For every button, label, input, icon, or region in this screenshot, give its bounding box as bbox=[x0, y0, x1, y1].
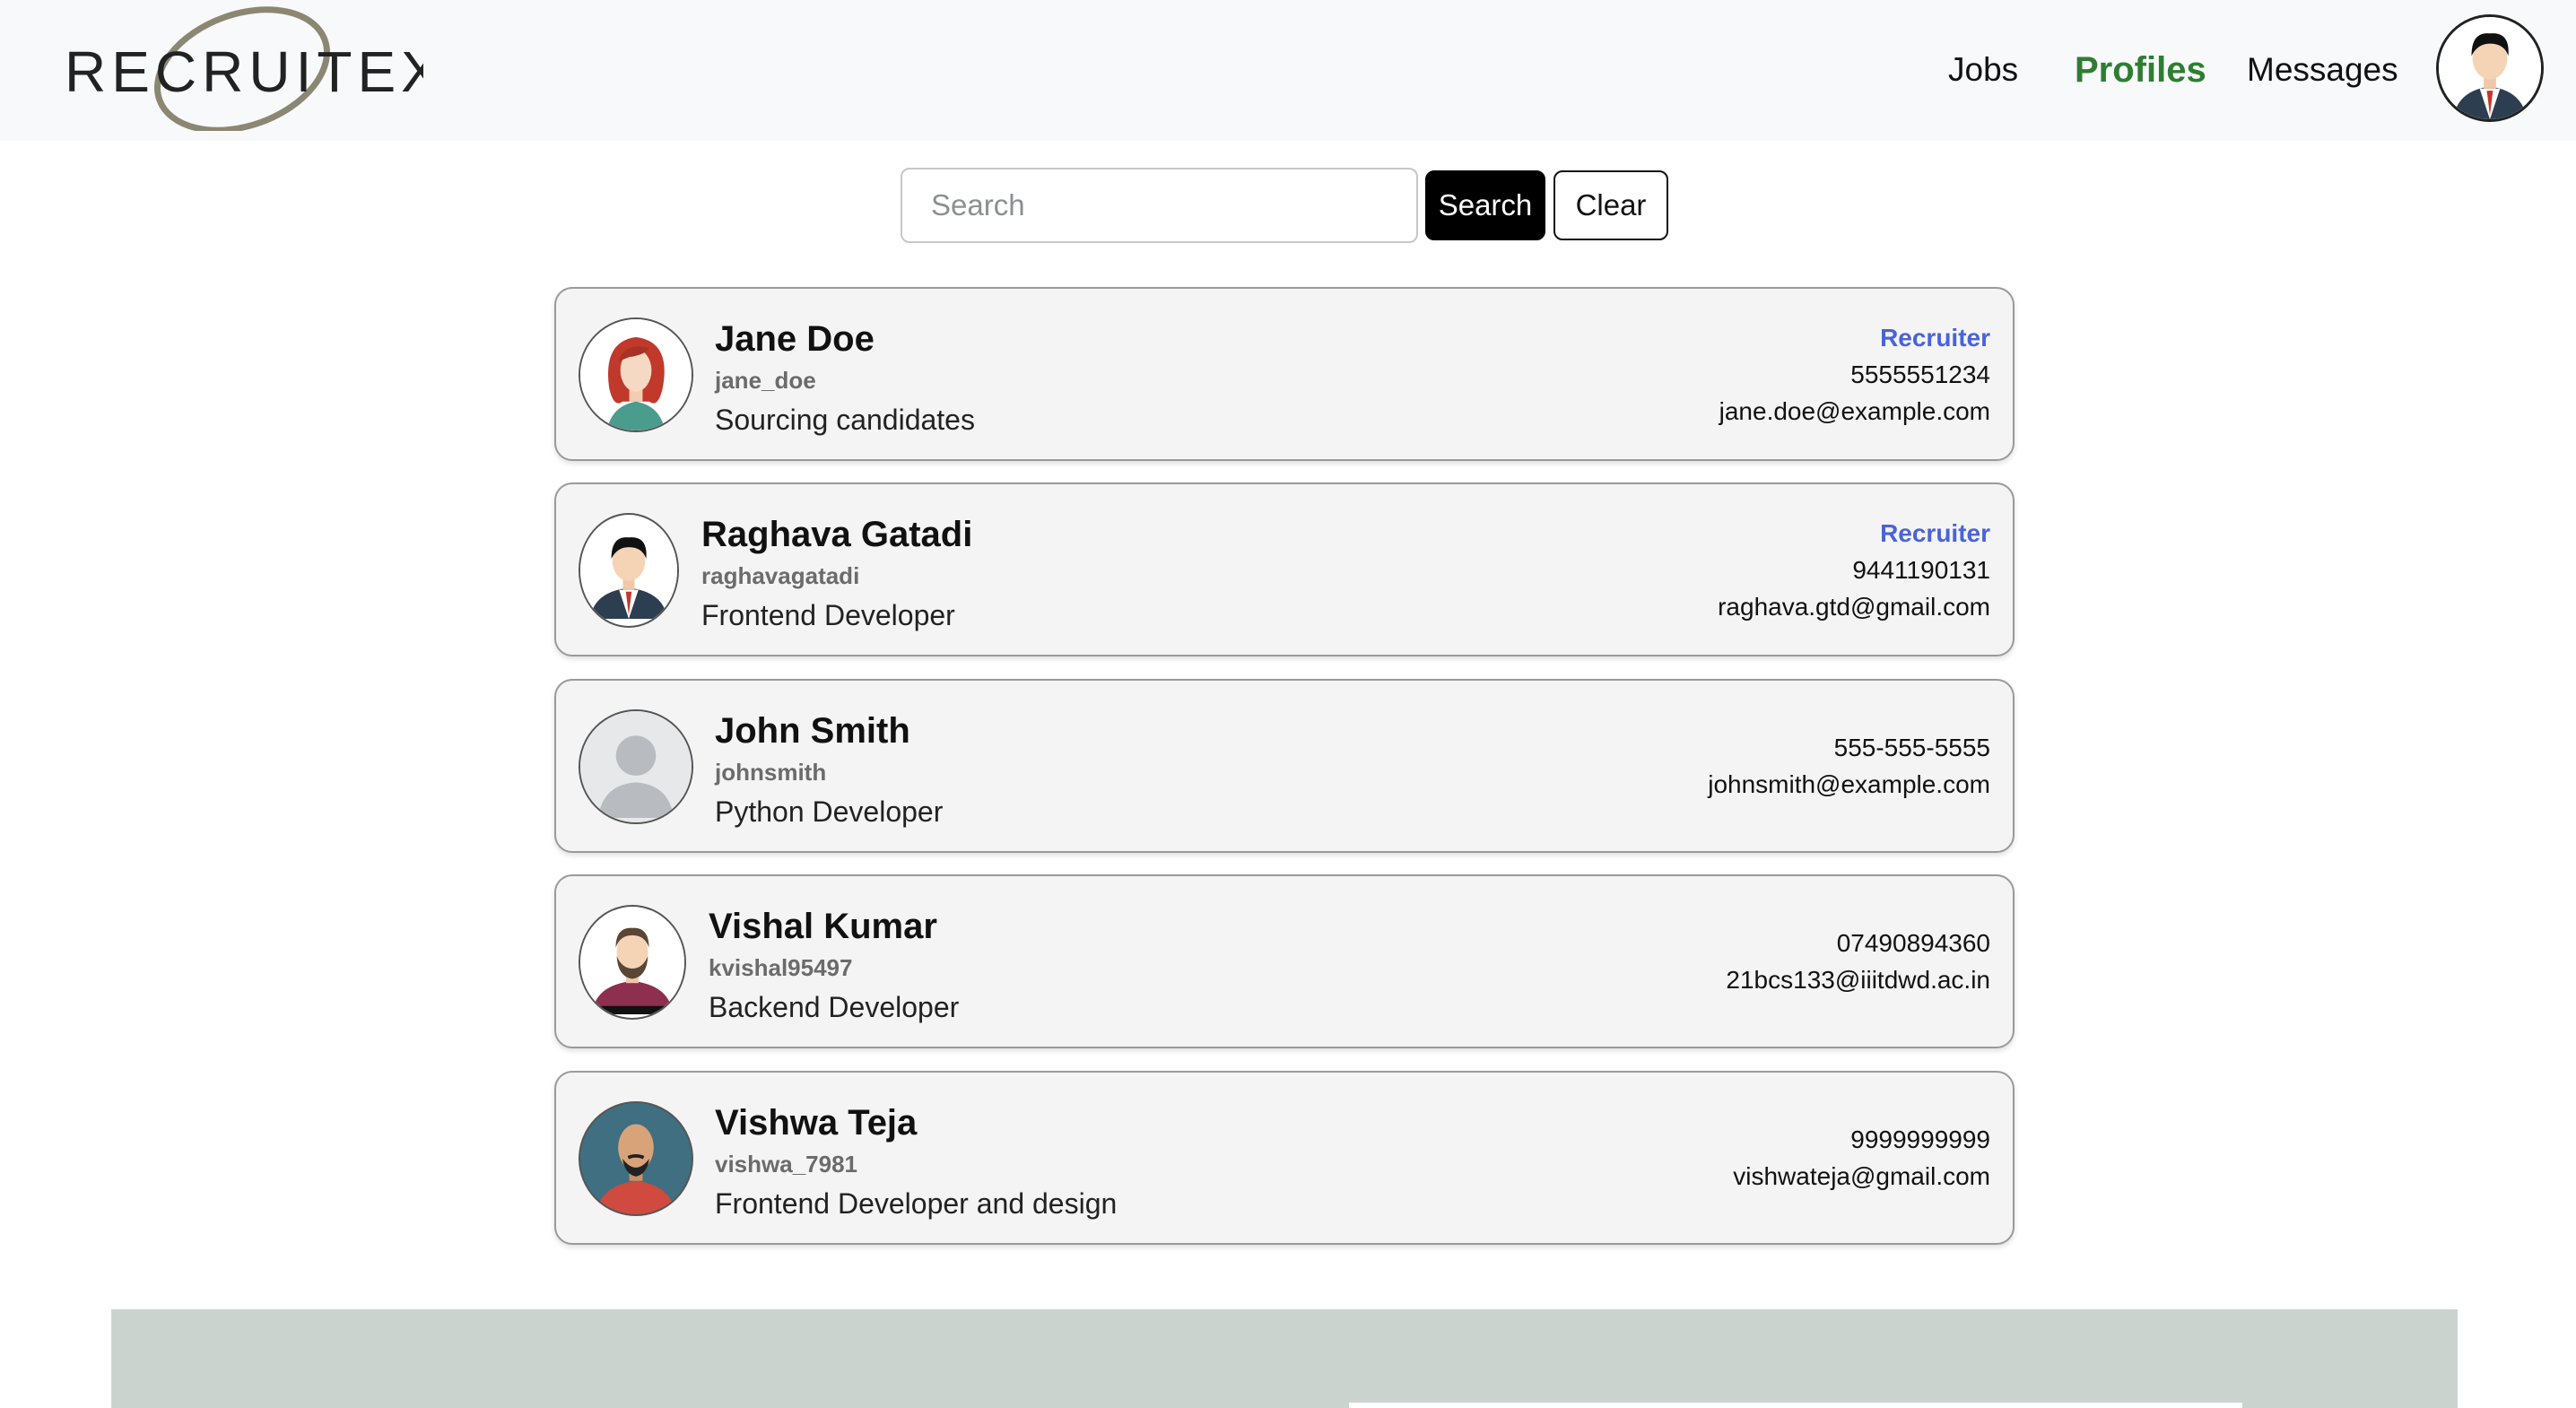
man-suit-icon bbox=[580, 522, 677, 619]
profile-email: vishwateja@gmail.com bbox=[1733, 1162, 1990, 1190]
profile-username: johnsmith bbox=[715, 759, 827, 786]
profile-info: Raghava Gatadi raghavagatadi Frontend De… bbox=[701, 511, 972, 637]
svg-text:RECRUITEX: RECRUITEX bbox=[65, 39, 423, 104]
top-navbar: RECRUITEX Jobs Profiles Messages bbox=[0, 0, 2576, 141]
profile-phone: 5555551234 bbox=[1850, 361, 1990, 388]
profile-title: Backend Developer bbox=[709, 991, 960, 1023]
profile-email: raghava.gtd@gmail.com bbox=[1718, 593, 1990, 621]
profile-contact: Recruiter 9441190131 raghava.gtd@gmail.c… bbox=[1718, 515, 1990, 625]
role-badge: Recruiter bbox=[1880, 324, 1990, 352]
profile-contact: 07490894360 21bcs133@iiitdwd.ac.in bbox=[1726, 925, 1990, 998]
profile-title: Frontend Developer bbox=[701, 599, 955, 631]
profile-info: Jane Doe jane_doe Sourcing candidates bbox=[715, 316, 975, 441]
bearded-man-icon bbox=[580, 910, 684, 1014]
profile-card[interactable]: Raghava Gatadi raghavagatadi Frontend De… bbox=[554, 482, 2015, 656]
profile-avatar bbox=[579, 709, 693, 824]
profile-card[interactable]: Vishal Kumar kvishal95497 Backend Develo… bbox=[554, 874, 2015, 1048]
profile-email: jane.doe@example.com bbox=[1719, 397, 1990, 425]
user-avatar[interactable] bbox=[2436, 14, 2544, 122]
recruitex-logo-icon: RECRUITEX bbox=[65, 6, 423, 131]
bald-man-icon bbox=[580, 1103, 692, 1214]
profile-contact: Recruiter 5555551234 jane.doe@example.co… bbox=[1719, 319, 1990, 430]
profile-card[interactable]: John Smith johnsmith Python Developer 55… bbox=[554, 679, 2015, 853]
profile-email: johnsmith@example.com bbox=[1708, 770, 1990, 798]
profile-username: raghavagatadi bbox=[701, 562, 860, 589]
nav-jobs-link[interactable]: Jobs bbox=[1948, 43, 2018, 97]
profile-email: 21bcs133@iiitdwd.ac.in bbox=[1726, 966, 1990, 994]
profile-username: kvishal95497 bbox=[709, 954, 853, 981]
profile-info: Vishwa Teja vishwa_7981 Frontend Develop… bbox=[715, 1099, 1117, 1225]
profile-phone: 9441190131 bbox=[1852, 556, 1990, 584]
profile-name: Jane Doe bbox=[715, 319, 875, 359]
profile-name: Vishal Kumar bbox=[709, 907, 937, 946]
profile-contact: 9999999999 vishwateja@gmail.com bbox=[1733, 1121, 1990, 1195]
profile-avatar bbox=[579, 513, 679, 628]
profile-info: John Smith johnsmith Python Developer bbox=[715, 708, 943, 833]
profile-info: Vishal Kumar kvishal95497 Backend Develo… bbox=[709, 903, 959, 1029]
profile-username: vishwa_7981 bbox=[715, 1151, 858, 1178]
profile-name: Vishwa Teja bbox=[715, 1103, 918, 1143]
profile-phone: 07490894360 bbox=[1836, 929, 1990, 957]
profile-card[interactable]: Vishwa Teja vishwa_7981 Frontend Develop… bbox=[554, 1071, 2015, 1245]
profile-title: Frontend Developer and design bbox=[715, 1187, 1118, 1220]
profile-contact: 555-555-5555 johnsmith@example.com bbox=[1708, 729, 1990, 803]
woman-red-hair-icon bbox=[580, 319, 692, 430]
profile-name: John Smith bbox=[715, 711, 910, 751]
search-button[interactable]: Search bbox=[1425, 170, 1545, 240]
profile-avatar bbox=[579, 1101, 693, 1216]
profile-title: Python Developer bbox=[715, 795, 944, 828]
profile-card[interactable]: Jane Doe jane_doe Sourcing candidates Re… bbox=[554, 287, 2015, 461]
footer bbox=[111, 1309, 2458, 1408]
profile-username: jane_doe bbox=[715, 367, 816, 394]
clear-button[interactable]: Clear bbox=[1553, 170, 1668, 240]
profile-title: Sourcing candidates bbox=[715, 404, 975, 436]
footer-input-edge bbox=[1349, 1403, 2242, 1408]
search-input[interactable] bbox=[901, 168, 1418, 243]
nav-profiles-link[interactable]: Profiles bbox=[2075, 43, 2206, 97]
nav-messages-link[interactable]: Messages bbox=[2247, 43, 2398, 97]
profile-name: Raghava Gatadi bbox=[701, 515, 973, 554]
man-suit-icon bbox=[2439, 17, 2541, 119]
profile-avatar bbox=[579, 905, 686, 1020]
default-user-icon bbox=[580, 711, 692, 822]
profile-avatar bbox=[579, 317, 693, 432]
profile-phone: 9999999999 bbox=[1850, 1126, 1990, 1153]
recruitex-logo[interactable]: RECRUITEX bbox=[65, 5, 423, 131]
profile-phone: 555-555-5555 bbox=[1833, 734, 1990, 761]
role-badge: Recruiter bbox=[1880, 519, 1990, 547]
